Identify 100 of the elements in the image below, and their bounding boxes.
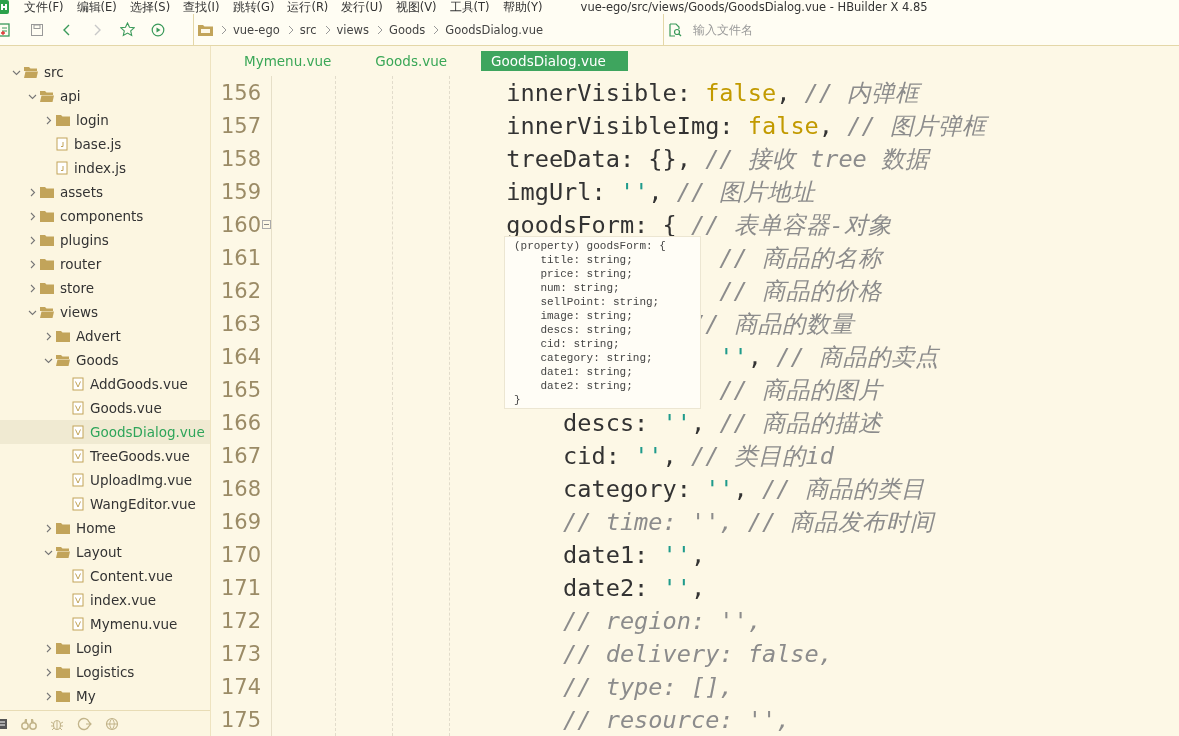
- menu-item[interactable]: 跳转(G): [232, 0, 275, 15]
- tree-item[interactable]: My: [0, 684, 210, 708]
- menu-item[interactable]: 运行(R): [287, 0, 329, 15]
- tree-item[interactable]: Login: [0, 636, 210, 660]
- folder-icon: [56, 330, 70, 342]
- tree-item[interactable]: Goods: [0, 348, 210, 372]
- tree-item[interactable]: Layout: [0, 540, 210, 564]
- menu-item[interactable]: 查找(I): [183, 0, 220, 15]
- code-line: category: '', // 商品的类目: [563, 473, 925, 505]
- tree-item[interactable]: AddGoods.vue: [0, 372, 210, 396]
- hover-tooltip: (property) goodsForm: { title: string; price: string; num: string; sellPoint: string; image: string; descs: string; cid: string; category: string; date1: string; date2: string; }: [504, 236, 701, 409]
- tree-item[interactable]: index.vue: [0, 588, 210, 612]
- file-search-icon: [668, 22, 682, 37]
- line-number: 158: [219, 146, 261, 171]
- vue-file-icon: [72, 377, 84, 391]
- breadcrumb-item[interactable]: vue-ego: [233, 22, 280, 37]
- tree-item[interactable]: Goods.vue: [0, 396, 210, 420]
- vue-file-icon: [72, 401, 84, 415]
- line-number: 162: [219, 278, 261, 303]
- folder-icon: [40, 210, 54, 222]
- tree-item[interactable]: Advert: [0, 324, 210, 348]
- line-number: 173: [219, 641, 261, 666]
- code-line: descs: '', // 商品的描述: [563, 407, 882, 439]
- tree-item[interactable]: plugins: [0, 228, 210, 252]
- folder-icon: [56, 666, 70, 678]
- code-line: // region: '',: [563, 606, 762, 635]
- menu-item[interactable]: 选择(S): [129, 0, 171, 15]
- menu-item[interactable]: 编辑(E): [76, 0, 117, 15]
- menu-item[interactable]: 发行(U): [341, 0, 383, 15]
- run-icon[interactable]: [151, 22, 165, 37]
- line-number: 167: [219, 443, 261, 468]
- line-number: 171: [219, 575, 261, 600]
- tree-item[interactable]: router: [0, 252, 210, 276]
- code-line: // 商品的名称: [719, 242, 882, 274]
- breadcrumb-item[interactable]: src: [299, 22, 317, 37]
- tree-item[interactable]: TreeGoods.vue: [0, 444, 210, 468]
- file-search-field[interactable]: 输入文件名: [691, 21, 895, 38]
- list-icon[interactable]: [0, 717, 8, 730]
- tree-item[interactable]: Logistics: [0, 660, 210, 684]
- vue-file-icon: [72, 497, 84, 511]
- tree-item[interactable]: Mymenu.vue: [0, 612, 210, 636]
- line-number: 160: [219, 212, 261, 237]
- file-icon: [56, 161, 68, 175]
- vue-file-icon: [72, 473, 84, 487]
- folder-icon: [56, 114, 70, 126]
- tree-item[interactable]: src: [0, 60, 210, 84]
- code-line: // time: '', // 商品发布时间: [563, 506, 935, 538]
- code-line: // type: [],: [563, 672, 734, 701]
- tree-item[interactable]: Content.vue: [0, 564, 210, 588]
- line-number: 174: [219, 674, 261, 699]
- tree-item[interactable]: api: [0, 84, 210, 108]
- line-number: 168: [219, 476, 261, 501]
- tree-item[interactable]: assets: [0, 180, 210, 204]
- code-line: // 商品的图片: [719, 374, 882, 406]
- line-number: 163: [219, 311, 261, 336]
- vue-file-icon: [72, 569, 84, 583]
- line-number: 164: [219, 344, 261, 369]
- fold-icon[interactable]: [262, 220, 271, 229]
- line-number: 172: [219, 608, 261, 633]
- chevron-icon: [377, 24, 383, 35]
- chevron-icon: [324, 24, 331, 35]
- breadcrumb-item[interactable]: GoodsDialog.vue: [445, 22, 544, 37]
- menu-item[interactable]: 视图(V): [395, 0, 437, 15]
- line-number: 161: [219, 245, 261, 270]
- folder-icon: [56, 522, 70, 534]
- code-line: treeData: {}, // 接收 tree 数据: [506, 143, 929, 175]
- file-icon: [56, 137, 68, 151]
- star-icon[interactable]: [120, 22, 135, 37]
- code-line: cid: '', // 类目的id: [563, 440, 834, 472]
- breadcrumb-item[interactable]: Goods: [389, 22, 426, 37]
- save-icon[interactable]: [30, 22, 44, 37]
- line-number: 175: [219, 707, 261, 732]
- tree-item[interactable]: Home: [0, 516, 210, 540]
- tree-item[interactable]: WangEditor.vue: [0, 492, 210, 516]
- tree-item[interactable]: base.js: [0, 132, 210, 156]
- code-line: date2: '',: [563, 573, 706, 602]
- vue-file-icon: [72, 449, 84, 463]
- folder-icon: [40, 186, 54, 198]
- breadcrumb-item[interactable]: views: [336, 22, 369, 37]
- open-folder-icon: [56, 354, 70, 366]
- new-file-icon[interactable]: [0, 22, 10, 37]
- code-line: '', // 商品的卖点: [719, 341, 939, 373]
- code-line: innerVisible: false, // 内弹框: [506, 77, 920, 109]
- tree-item[interactable]: login: [0, 108, 210, 132]
- menu-item[interactable]: 帮助(Y): [502, 0, 543, 15]
- line-number: 156: [219, 80, 261, 105]
- tree-item[interactable]: UploadImg.vue: [0, 468, 210, 492]
- line-number: 170: [219, 542, 261, 567]
- window-title: vue-ego/src/views/Goods/GoodsDialog.vue - HBuilder X 4.85: [580, 0, 928, 14]
- folder-icon: [40, 234, 54, 246]
- folder-icon: [56, 642, 70, 654]
- line-number: 169: [219, 509, 261, 534]
- folder-icon: [198, 23, 213, 36]
- tree-item[interactable]: components: [0, 204, 210, 228]
- menu-item[interactable]: 文件(F): [24, 0, 64, 15]
- tree-item[interactable]: views: [0, 300, 210, 324]
- menu-item[interactable]: 工具(T): [449, 0, 490, 15]
- tree-item[interactable]: store: [0, 276, 210, 300]
- tree-item[interactable]: index.js: [0, 156, 210, 180]
- chevron-icon: [433, 24, 440, 35]
